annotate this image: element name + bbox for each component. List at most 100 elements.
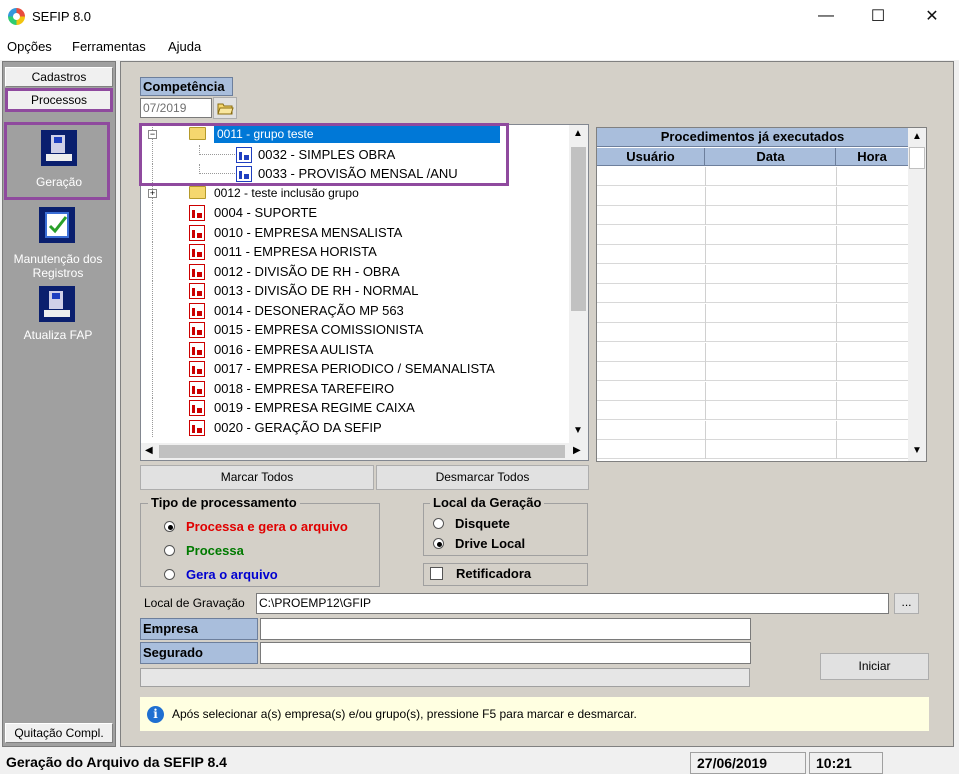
close-button[interactable]: ✕ [909, 0, 955, 32]
tree-guide-line [152, 417, 153, 437]
company-icon [189, 244, 205, 260]
tree-item-label: 0004 - SUPORTE [214, 205, 318, 220]
tree-row[interactable]: +0012 - teste inclusão grupo [141, 183, 571, 203]
computer-disk-icon [39, 286, 75, 322]
local-radio-1[interactable] [433, 538, 444, 549]
tipo-radio-2[interactable] [164, 569, 175, 580]
menu-ajuda[interactable]: Ajuda [168, 39, 201, 54]
menu-ferramentas[interactable]: Ferramentas [72, 39, 146, 54]
tipo-radio-0[interactable] [164, 521, 175, 532]
tree-row[interactable]: 0012 - DIVISÃO DE RH - OBRA [141, 261, 571, 281]
empresa-label: Empresa [140, 618, 258, 640]
nav-item-geracao[interactable]: Geração [4, 122, 110, 200]
local-option-label[interactable]: Disquete [455, 516, 510, 531]
tab-processos[interactable]: Processos [5, 88, 113, 112]
company-icon [189, 283, 205, 299]
tree-row[interactable]: 0011 - EMPRESA HORISTA [141, 242, 571, 261]
selection-highlight [139, 123, 509, 186]
col-data[interactable]: Data [706, 148, 836, 166]
tree-guide-line [152, 242, 153, 261]
grid-row [597, 342, 908, 362]
tree-guide-line [152, 339, 153, 359]
scroll-down-icon[interactable]: ▼ [573, 425, 583, 436]
tree-vertical-scrollbar[interactable]: ▲ ▼ [569, 125, 588, 443]
tree-item-label: 0014 - DESONERAÇÃO MP 563 [214, 302, 404, 318]
tree-row[interactable]: 0019 - EMPRESA REGIME CAIXA [141, 398, 571, 417]
company-icon [189, 322, 205, 338]
browse-button[interactable]: ... [894, 593, 919, 614]
tree-row[interactable]: 0020 - GERAÇÃO DA SEFIP [141, 417, 571, 437]
col-hora[interactable]: Hora [837, 148, 907, 166]
nav-item-atualiza-fap[interactable]: Atualiza FAP [3, 284, 113, 344]
scroll-down-icon[interactable]: ▼ [912, 445, 922, 456]
expand-icon[interactable]: + [148, 188, 157, 198]
tab-quitacao-compl[interactable]: Quitação Compl. [5, 723, 113, 743]
maximize-button[interactable]: ☐ [855, 0, 901, 32]
minimize-button[interactable]: — [803, 0, 849, 32]
grid-body [597, 167, 908, 461]
tree-item-label: 0016 - EMPRESA AULISTA [214, 341, 374, 357]
nav-item-manutencao[interactable]: Manutenção dos Registros [3, 204, 113, 282]
grid-cell-divider [705, 264, 706, 284]
grid-row [597, 323, 908, 342]
tree-row[interactable]: 0014 - DESONERAÇÃO MP 563 [141, 300, 571, 320]
tree-horizontal-scrollbar[interactable]: ◀ ▶ [141, 443, 588, 460]
grid-cell-divider [836, 186, 837, 206]
segurado-field [260, 642, 751, 664]
scroll-up-icon[interactable]: ▲ [912, 131, 922, 142]
tree-item-label: 0012 - DIVISÃO DE RH - OBRA [214, 263, 400, 279]
tipo-radio-1[interactable] [164, 545, 175, 556]
grid-vertical-scrollbar[interactable]: ▲ ▼ [908, 128, 926, 461]
scroll-thumb[interactable] [571, 147, 586, 311]
tree-guide-line [152, 281, 153, 300]
grid-cell-divider [705, 381, 706, 401]
scroll-left-icon[interactable]: ◀ [145, 445, 153, 456]
grid-cell-divider [705, 401, 706, 420]
local-option-label[interactable]: Drive Local [455, 536, 525, 551]
nav-label-manutencao: Manutenção dos Registros [13, 252, 103, 280]
tree-row[interactable]: 0018 - EMPRESA TAREFEIRO [141, 378, 571, 398]
mark-all-button[interactable]: Marcar Todos [140, 465, 374, 490]
tree-guide-line [152, 222, 153, 242]
tipo-option-label[interactable]: Gera o arquivo [186, 567, 278, 582]
company-icon [189, 302, 205, 319]
grid-row [597, 225, 908, 245]
window-title: SEFIP 8.0 [32, 9, 92, 24]
grid-row [597, 420, 908, 440]
grid-row [597, 362, 908, 381]
open-folder-button[interactable] [213, 97, 237, 119]
grid-cell-divider [705, 186, 706, 206]
local-gravacao-input[interactable]: C:\PROEMP12\GFIP [256, 593, 889, 614]
menu-opcoes[interactable]: Opções [7, 39, 52, 54]
grid-row [597, 206, 908, 225]
grid-scroll-thumb[interactable] [909, 147, 925, 169]
tipo-option-label[interactable]: Processa e gera o arquivo [186, 519, 348, 534]
tree-row[interactable]: 0004 - SUPORTE [141, 203, 571, 222]
scroll-up-icon[interactable]: ▲ [573, 128, 583, 139]
tree-row[interactable]: 0017 - EMPRESA PERIODICO / SEMANALISTA [141, 359, 571, 378]
tree-row[interactable]: 0015 - EMPRESA COMISSIONISTA [141, 320, 571, 339]
grid-cell-divider [836, 206, 837, 225]
tree-item-label: 0012 - teste inclusão grupo [214, 185, 359, 200]
tree-guide-line [152, 261, 153, 281]
grid-cell-divider [705, 342, 706, 362]
executed-procedures-grid[interactable]: Procedimentos já executados Usuário Data… [596, 127, 927, 462]
competencia-input[interactable]: 07/2019 [140, 98, 212, 118]
unmark-all-button[interactable]: Desmarcar Todos [376, 465, 589, 490]
title-bar: SEFIP 8.0 — ☐ ✕ [0, 0, 959, 34]
retificadora-checkbox[interactable] [430, 567, 443, 580]
tab-cadastros[interactable]: Cadastros [5, 67, 113, 87]
scroll-right-icon[interactable]: ▶ [573, 445, 581, 456]
start-button[interactable]: Iniciar [820, 653, 929, 680]
hscroll-thumb[interactable] [159, 445, 565, 458]
tree-guide-line [152, 300, 153, 320]
tree-row[interactable]: 0010 - EMPRESA MENSALISTA [141, 222, 571, 242]
tipo-option-label[interactable]: Processa [186, 543, 244, 558]
tree-row[interactable]: 0016 - EMPRESA AULISTA [141, 339, 571, 359]
tree-row[interactable]: 0013 - DIVISÃO DE RH - NORMAL [141, 281, 571, 300]
left-navigation: Cadastros Processos Geração Manutenção d… [2, 61, 116, 747]
tree-item-label: 0017 - EMPRESA PERIODICO / SEMANALISTA [214, 361, 495, 376]
computer-disk-icon [41, 130, 77, 166]
local-radio-0[interactable] [433, 518, 444, 529]
col-usuario[interactable]: Usuário [597, 148, 705, 166]
